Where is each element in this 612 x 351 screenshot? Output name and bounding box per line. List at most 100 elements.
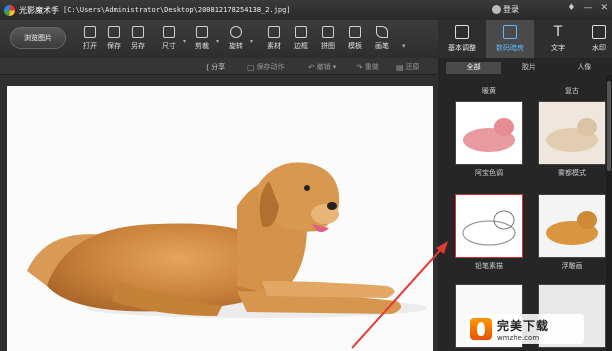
effect-warm-yellow-label[interactable]: 暖黄 — [455, 86, 523, 96]
redo-label: 重做 — [364, 63, 379, 71]
watermark-icon — [592, 25, 606, 39]
effect-abao-thumbnail — [455, 101, 523, 165]
share-icon: ⟨ — [206, 62, 210, 72]
action-bar: ⟨ 分享 ▢ 保存动作 ↶ 撤销 ▾ ↷ 重做 ▤ 还原 — [0, 58, 438, 75]
template-label: 模板 — [348, 42, 362, 50]
title-bar: 光影魔术手 [C:\Users\Administrator\Desktop\20… — [0, 0, 612, 20]
undo-label: 撤销 — [316, 63, 331, 71]
crop-dropdown-icon[interactable]: ▾ — [216, 38, 219, 45]
share-label: 分享 — [211, 63, 226, 71]
brush-button[interactable]: 画笔 — [370, 26, 394, 51]
tab-film[interactable]: 胶片 — [501, 62, 556, 74]
brush-icon — [376, 26, 388, 38]
restore-button[interactable]: ▤ 还原 — [396, 62, 420, 72]
dog-photo — [27, 162, 427, 318]
effect-abao-label: 阿宝色调 — [475, 169, 503, 177]
user-icon — [492, 5, 501, 14]
app-logo-icon — [4, 4, 15, 16]
tab-text-label: 文字 — [551, 44, 565, 52]
effect-foggy[interactable]: 雾都模式 — [538, 101, 610, 178]
panel-scrollbar-thumb[interactable] — [607, 81, 611, 171]
pencil-dog-preview — [462, 210, 516, 246]
watermark-text: 完美下载 wmzhe.com — [497, 317, 549, 342]
minimize-button[interactable]: — — [583, 3, 592, 13]
save-action-icon: ▢ — [247, 62, 255, 72]
photo-canvas[interactable] — [7, 86, 433, 351]
more-tools-button[interactable]: ▾ — [402, 42, 406, 50]
effect-pencil-sketch[interactable]: 铅笔素描 — [455, 194, 527, 271]
border-button[interactable]: 边框 — [289, 26, 313, 51]
share-button[interactable]: ⟨ 分享 — [206, 62, 225, 72]
camera-icon — [503, 25, 517, 39]
effect-foggy-label: 雾都模式 — [558, 169, 586, 177]
login-label: 登录 — [503, 5, 519, 14]
save-label: 保存 — [107, 42, 121, 50]
material-button[interactable]: 素材 — [262, 26, 286, 51]
site-watermark: 完美下载 wmzhe.com — [466, 314, 584, 344]
skin-button[interactable]: ♦ — [567, 3, 575, 13]
redo-button[interactable]: ↷ 重做 — [356, 62, 379, 72]
tab-portrait[interactable]: 人像 — [557, 62, 612, 74]
undo-dropdown-icon[interactable]: ▾ — [333, 63, 337, 71]
undo-icon: ↶ — [308, 62, 315, 72]
effect-abao[interactable]: 阿宝色调 — [455, 101, 527, 178]
main-toolbar: 浏览图片 打开 保存 另存 尺寸 ▾ 剪裁 ▾ 旋转 ▾ 素材 边框 拼图 模板 — [0, 20, 438, 58]
save-action-label: 保存动作 — [256, 63, 285, 71]
effects-panel: 全部 胶片 人像 暖黄 复古 阿宝色调 雾都模式 铅笔素描 浮雕画 — [438, 58, 612, 351]
tab-all[interactable]: 全部 — [446, 62, 502, 74]
save-as-icon — [132, 26, 144, 38]
tab-watermark-label: 水印 — [592, 44, 606, 52]
tab-basic[interactable]: 基本调整 — [438, 20, 486, 58]
save-button[interactable]: 保存 — [102, 26, 126, 51]
effects-tabs: 全部 胶片 人像 — [446, 62, 612, 74]
restore-icon: ▤ — [396, 62, 404, 72]
border-icon — [295, 26, 307, 38]
login-button[interactable]: 登录 — [492, 4, 519, 15]
app-title: 光影魔术手 — [19, 5, 59, 15]
material-icon — [268, 26, 280, 38]
collage-icon — [322, 26, 334, 38]
browse-images-button[interactable]: 浏览图片 — [10, 27, 66, 49]
rotate-icon — [230, 26, 242, 38]
rotate-button[interactable]: 旋转 ▾ — [224, 26, 253, 51]
canvas-area[interactable] — [0, 75, 438, 351]
tab-text[interactable]: T 文字 — [534, 20, 582, 58]
template-button[interactable]: 模板 — [343, 26, 367, 51]
size-button[interactable]: 尺寸 ▾ — [157, 26, 186, 51]
save-action-button[interactable]: ▢ 保存动作 — [247, 62, 285, 72]
effect-relief[interactable]: 浮雕画 — [538, 194, 610, 271]
crop-button[interactable]: 剪裁 ▾ — [190, 26, 219, 51]
relief-dog-preview — [546, 211, 598, 245]
save-as-label: 另存 — [131, 42, 145, 50]
tab-digital-darkroom[interactable]: 数码暗房 — [486, 20, 534, 58]
save-as-button[interactable]: 另存 — [126, 26, 150, 51]
effects-grid: 暖黄 复古 阿宝色调 雾都模式 铅笔素描 浮雕画 — [446, 76, 612, 351]
open-icon — [84, 26, 96, 38]
tab-darkroom-label: 数码暗房 — [496, 44, 524, 52]
foggy-dog-preview — [546, 118, 598, 152]
crop-icon — [196, 26, 208, 38]
abao-dog-preview — [463, 118, 515, 152]
effect-relief-label: 浮雕画 — [561, 262, 583, 270]
collage-button[interactable]: 拼图 — [316, 26, 340, 51]
tab-watermark[interactable]: 水印 — [582, 20, 612, 58]
save-icon — [108, 26, 120, 38]
close-button[interactable]: ✕ — [600, 3, 608, 13]
effect-foggy-thumbnail — [538, 101, 606, 165]
window-controls: ♦ — ✕ — [567, 3, 608, 13]
open-label: 打开 — [83, 42, 97, 50]
size-label: 尺寸 — [162, 42, 176, 50]
effect-retro-label[interactable]: 复古 — [538, 86, 606, 96]
border-label: 边框 — [294, 42, 308, 50]
effect-relief-thumbnail — [538, 194, 606, 258]
redo-icon: ↷ — [356, 62, 363, 72]
basic-adjust-icon — [455, 25, 469, 39]
rotate-dropdown-icon[interactable]: ▾ — [250, 38, 253, 45]
material-label: 素材 — [267, 42, 281, 50]
open-button[interactable]: 打开 — [78, 26, 102, 51]
panel-scrollbar[interactable] — [606, 75, 612, 351]
size-dropdown-icon[interactable]: ▾ — [183, 38, 186, 45]
size-icon — [163, 26, 175, 38]
undo-button[interactable]: ↶ 撤销 ▾ — [308, 62, 336, 72]
wmzhe-logo-icon — [470, 318, 492, 340]
